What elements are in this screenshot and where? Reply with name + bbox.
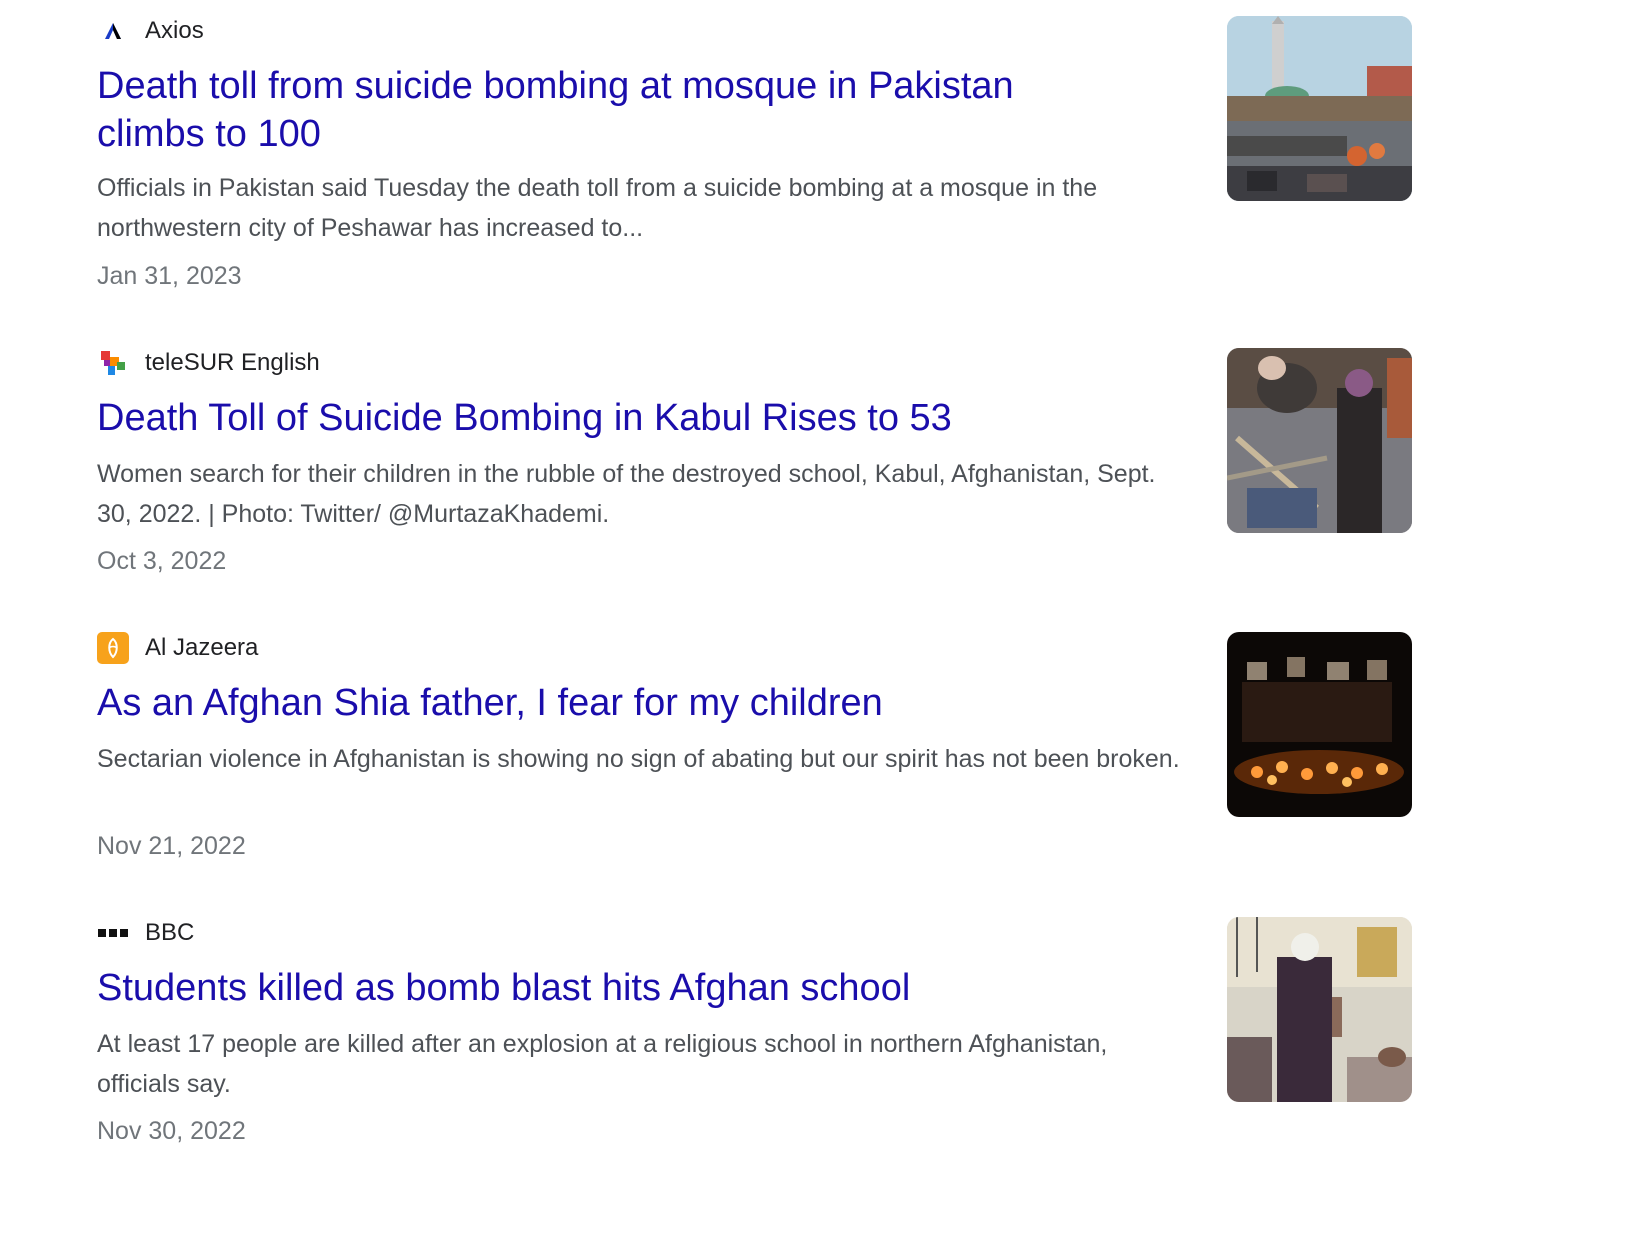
- source-row[interactable]: Al Jazeera: [97, 631, 258, 665]
- source-row[interactable]: teleSUR English: [97, 346, 320, 380]
- result-snippet: Sectarian violence in Afghanistan is sho…: [97, 745, 1180, 773]
- axios-logo-icon: [97, 15, 129, 47]
- school-rubble-photo[interactable]: [1227, 348, 1412, 533]
- result-title-link[interactable]: Death toll from suicide bombing at mosqu…: [97, 62, 1097, 158]
- result-date: Nov 30, 2022: [97, 1117, 246, 1145]
- mosque-street-photo[interactable]: [1227, 16, 1412, 201]
- source-name: teleSUR English: [145, 349, 320, 376]
- telesur-logo-icon: [97, 347, 129, 379]
- source-name: BBC: [145, 919, 195, 946]
- candle-vigil-photo[interactable]: [1227, 632, 1412, 817]
- source-row[interactable]: Axios: [97, 14, 204, 48]
- source-name: Axios: [145, 17, 204, 44]
- news-result-card: Axios Death toll from suicide bombing at…: [97, 0, 1417, 300]
- result-title-link[interactable]: As an Afghan Shia father, I fear for my …: [97, 679, 1097, 727]
- news-result-card: Al Jazeera As an Afghan Shia father, I f…: [97, 600, 1417, 900]
- news-results-list: Axios Death toll from suicide bombing at…: [97, 0, 1417, 1242]
- source-row[interactable]: BBC: [97, 916, 194, 950]
- result-title-link[interactable]: Death Toll of Suicide Bombing in Kabul R…: [97, 394, 1097, 442]
- result-snippet: At least 17 people are killed after an e…: [97, 1030, 1108, 1098]
- result-date: Oct 3, 2022: [97, 547, 227, 575]
- result-date: Nov 21, 2022: [97, 832, 246, 860]
- news-result-card: teleSUR English Death Toll of Suicide Bo…: [97, 300, 1417, 600]
- source-name: Al Jazeera: [145, 634, 259, 661]
- news-result-card: BBC Students killed as bomb blast hits A…: [97, 900, 1417, 1242]
- aljazeera-logo-icon: [97, 632, 129, 664]
- result-date: Jan 31, 2023: [97, 262, 242, 290]
- bbc-logo-icon: [97, 917, 129, 949]
- result-snippet: Officials in Pakistan said Tuesday the d…: [97, 174, 1098, 242]
- result-snippet: Women search for their children in the r…: [97, 460, 1156, 528]
- result-title-link[interactable]: Students killed as bomb blast hits Afgha…: [97, 964, 1097, 1012]
- hospital-ward-photo[interactable]: [1227, 917, 1412, 1102]
